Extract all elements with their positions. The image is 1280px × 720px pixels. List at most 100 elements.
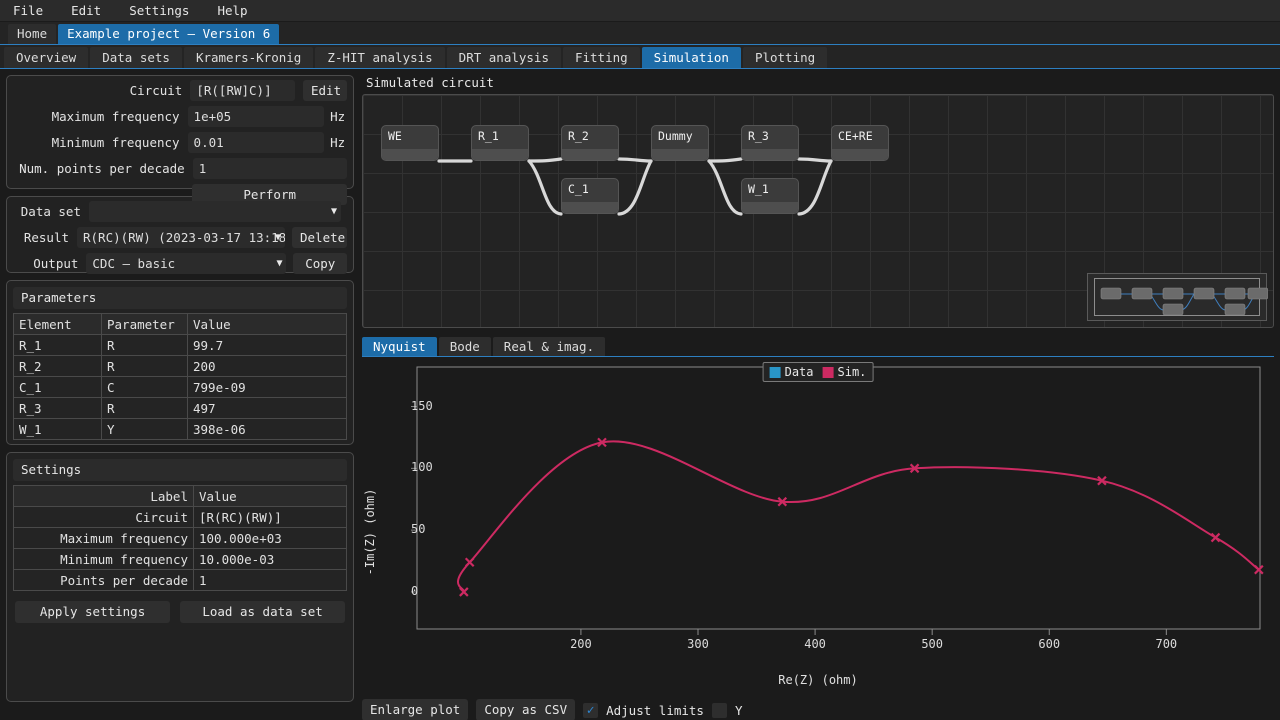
dataset-select[interactable]: ▼ [89, 201, 341, 222]
adjust-limits-checkbox[interactable]: ✓ [583, 702, 599, 718]
circuit-label: Circuit [129, 83, 183, 98]
dataset-row: Data set ▼ [13, 200, 347, 223]
tab-fitting[interactable]: Fitting [562, 47, 640, 68]
circuit-minimap[interactable] [1087, 273, 1268, 321]
node-port [472, 149, 528, 160]
col-label: Label [13, 485, 194, 507]
result-select[interactable]: R(RC)(RW) (2023-03-17 13:18 ▼ [77, 227, 285, 248]
circuit-node-c1[interactable]: C_1 [561, 178, 619, 214]
circuit-node-r2[interactable]: R_2 [561, 125, 619, 161]
menu-item-settings[interactable]: Settings [126, 1, 192, 20]
project-tab-home[interactable]: Home [8, 24, 57, 44]
tab-plotting[interactable]: Plotting [742, 47, 828, 68]
tab-zhit-analysis[interactable]: Z-HIT analysis [315, 47, 445, 68]
table-row[interactable]: Points per decade 1 [13, 569, 347, 591]
copy-output-button[interactable]: Copy [293, 253, 347, 274]
legend-item-data[interactable]: Data [769, 365, 814, 379]
node-port [562, 202, 618, 213]
legend-swatch-data [769, 366, 781, 378]
plot-tab-real-imag[interactable]: Real & imag. [492, 337, 606, 356]
col-value: Value [193, 485, 347, 507]
menu-item-file[interactable]: File [10, 1, 46, 20]
y-axis-checkbox[interactable] [711, 702, 727, 718]
setting-label: Minimum frequency [13, 548, 194, 570]
table-row[interactable]: Maximum frequency 100.000e+03 [13, 527, 347, 549]
menu-item-edit[interactable]: Edit [68, 1, 104, 20]
nyquist-plot[interactable]: Data Sim. -Im(Z) (ohm) Re(Z) (ohm) 0 50 10… [362, 357, 1274, 695]
data-point [459, 587, 469, 597]
table-row[interactable]: R_1 R 99.7 [13, 334, 347, 356]
setting-label: Maximum frequency [13, 527, 194, 549]
tab-data-sets[interactable]: Data sets [90, 47, 182, 68]
table-row[interactable]: W_1 Y 398e-06 [13, 418, 347, 440]
tab-simulation[interactable]: Simulation [641, 47, 741, 68]
col-value: Value [187, 313, 347, 335]
copy-as-csv-button[interactable]: Copy as CSV [476, 699, 576, 720]
node-port [832, 149, 888, 160]
circuit-node-r1[interactable]: R_1 [471, 125, 529, 161]
min-frequency-label: Minimum frequency [51, 135, 180, 150]
plot-tab-bode[interactable]: Bode [438, 337, 491, 356]
minimap-graph [1100, 287, 1268, 316]
setting-value: 1 [193, 569, 347, 591]
plot-legend: Data Sim. [762, 362, 874, 382]
settings-header-row: Label Value [13, 485, 347, 507]
circuit-canvas[interactable]: WE R_1 R_2 Dummy R_3 CE+RE C_1 W_1 [362, 94, 1274, 328]
node-label: R_1 [478, 129, 499, 143]
param-element: R_2 [13, 355, 102, 377]
param-name: Y [101, 418, 188, 440]
node-label: WE [388, 129, 402, 143]
setting-value: 10.000e-03 [193, 548, 347, 570]
circuit-node-we[interactable]: WE [381, 125, 439, 161]
menu-bar: File Edit Settings Help [0, 0, 1280, 22]
node-label: W_1 [748, 182, 769, 196]
circuit-node-ce-re[interactable]: CE+RE [831, 125, 889, 161]
min-frequency-input[interactable] [187, 132, 325, 153]
plot-canvas [411, 366, 1264, 635]
points-per-decade-label: Num. points per decade [19, 161, 185, 176]
legend-item-sim[interactable]: Sim. [822, 365, 866, 379]
table-row[interactable]: C_1 C 799e-09 [13, 376, 347, 398]
output-selected-value: CDC – basic [92, 256, 176, 271]
node-port [562, 149, 618, 160]
chevron-down-icon: ▼ [276, 258, 283, 269]
plot-tab-bar: Nyquist Bode Real & imag. [362, 335, 1274, 357]
edit-circuit-button[interactable]: Edit [303, 80, 347, 101]
apply-settings-button[interactable]: Apply settings [15, 601, 171, 623]
result-panel: Data set ▼ Result R(RC)(RW) (2023-03-17 … [6, 196, 354, 275]
min-frequency-unit: Hz [330, 135, 346, 150]
table-row[interactable]: R_3 R 497 [13, 397, 347, 419]
output-row: Output CDC – basic ▼ Copy [13, 252, 347, 275]
circuit-input[interactable] [190, 80, 295, 101]
tab-overview[interactable]: Overview [4, 47, 89, 68]
chevron-down-icon: ▼ [330, 206, 337, 217]
circuit-node-w1[interactable]: W_1 [741, 178, 799, 214]
output-select[interactable]: CDC – basic ▼ [86, 253, 287, 274]
max-frequency-input[interactable] [187, 106, 325, 127]
delete-result-button[interactable]: Delete [292, 227, 347, 248]
points-per-decade-input[interactable] [192, 158, 347, 179]
load-as-data-set-button[interactable]: Load as data set [180, 601, 345, 623]
table-row[interactable]: R_2 R 200 [13, 355, 347, 377]
left-sidebar: Circuit Edit Maximum frequency Hz Minimu… [0, 69, 358, 720]
enlarge-plot-button[interactable]: Enlarge plot [362, 699, 469, 720]
plot-tab-nyquist[interactable]: Nyquist [362, 337, 437, 356]
circuit-node-dummy[interactable]: Dummy [651, 125, 709, 161]
data-point [464, 557, 475, 568]
param-element: C_1 [13, 376, 102, 398]
circuit-node-r3[interactable]: R_3 [741, 125, 799, 161]
project-tab-example[interactable]: Example project – Version 6 [58, 24, 280, 44]
table-row[interactable]: Minimum frequency 10.000e-03 [13, 548, 347, 570]
points-per-decade-row: Num. points per decade [13, 157, 347, 180]
tab-kramers-kronig[interactable]: Kramers-Kronig [183, 47, 314, 68]
result-selected-value: R(RC)(RW) (2023-03-17 13:18 [83, 230, 285, 245]
parameters-header-row: Element Parameter Value [13, 313, 347, 335]
menu-item-help[interactable]: Help [214, 1, 250, 20]
node-label: C_1 [568, 182, 589, 196]
table-row[interactable]: Circuit [R(RC)(RW)] [13, 506, 347, 528]
tab-drt-analysis[interactable]: DRT analysis [446, 47, 561, 68]
node-port [742, 149, 798, 160]
x-axis-tick: 300 [687, 637, 709, 651]
setting-label: Circuit [13, 506, 194, 528]
output-label: Output [33, 256, 79, 271]
